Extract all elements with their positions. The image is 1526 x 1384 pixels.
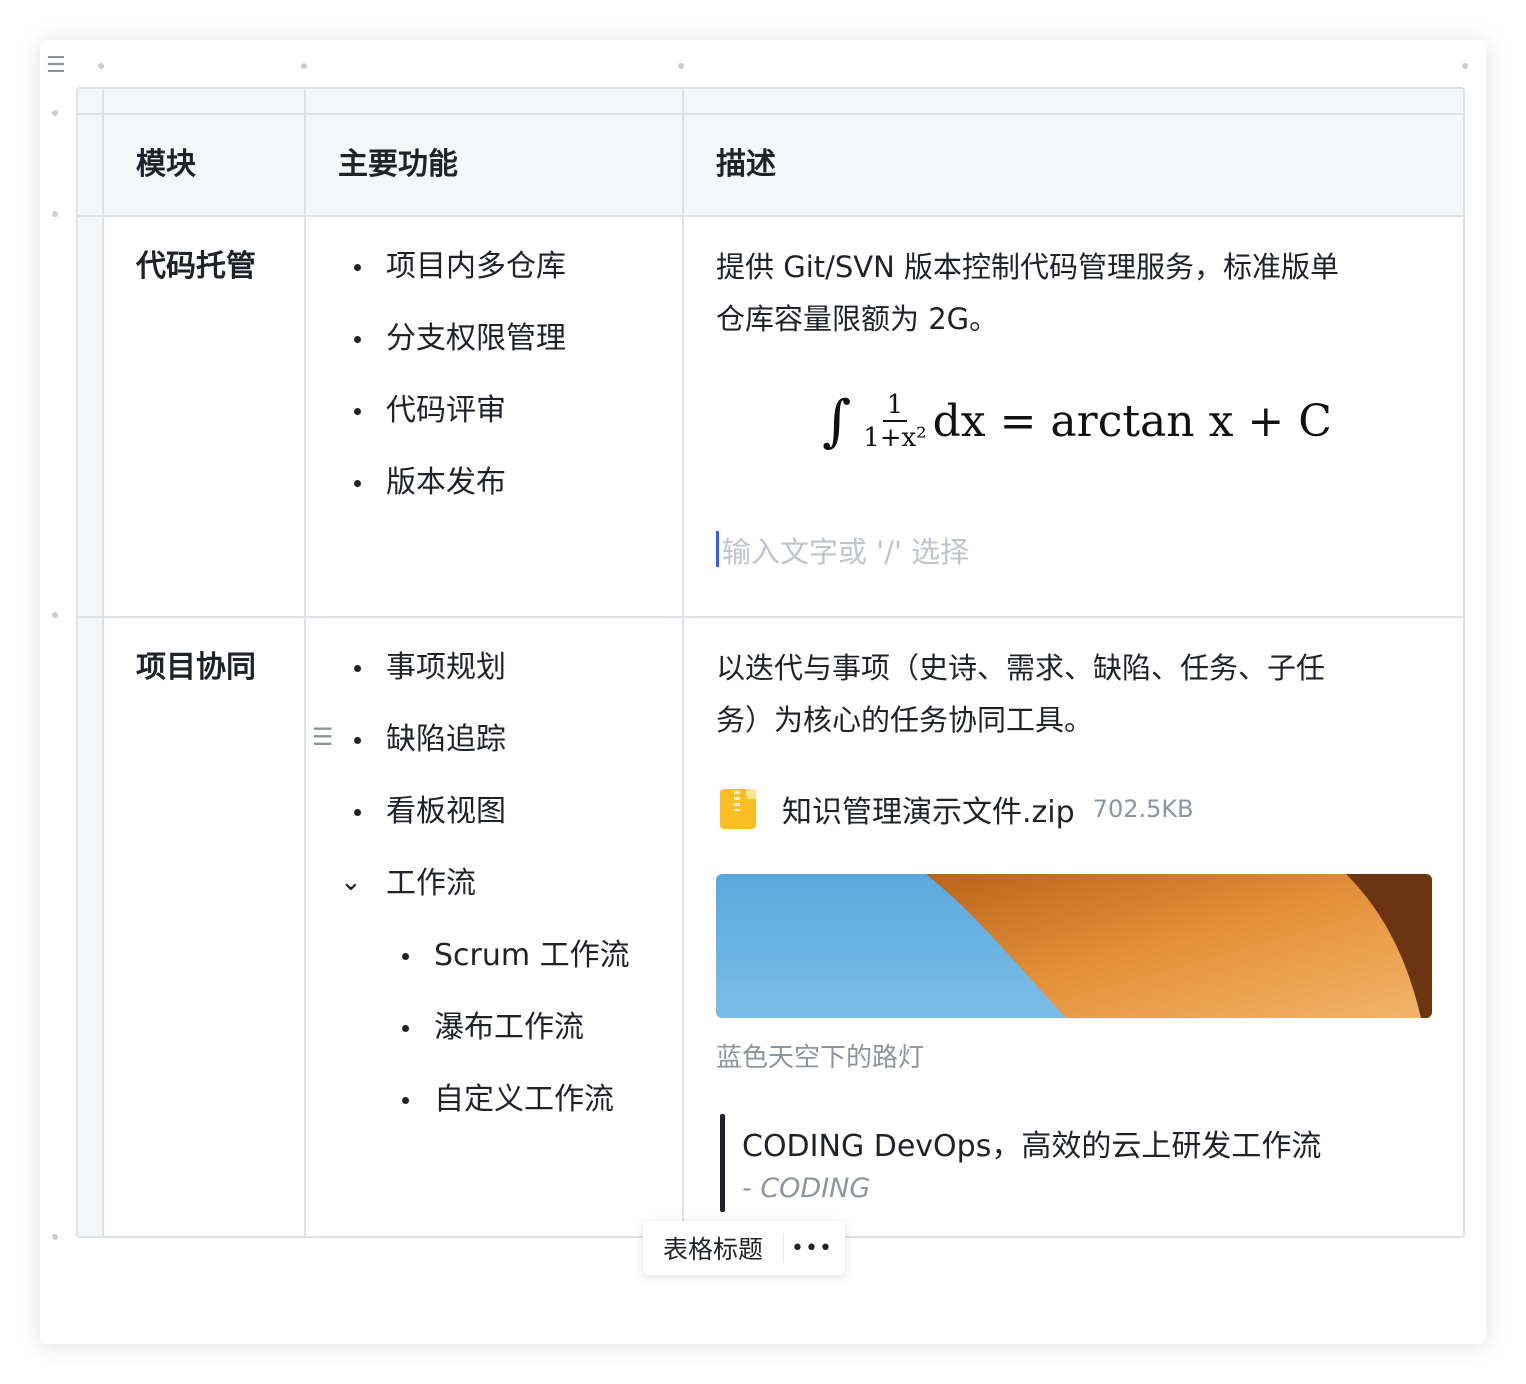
- data-table: 模块 主要功能 描述 代码托管 项目内多仓库 分支权限管理 代码评审 版本发布 …: [76, 87, 1465, 1238]
- list-item[interactable]: 缺陷追踪: [354, 722, 506, 758]
- module-cell[interactable]: 代码托管: [136, 249, 256, 285]
- module-cell[interactable]: 项目协同: [136, 650, 256, 686]
- column-selector-strip[interactable]: [78, 89, 1463, 114]
- embedded-image[interactable]: [716, 874, 1432, 1018]
- input-placeholder[interactable]: 输入文字或 '/' 选择: [722, 529, 969, 571]
- header-description[interactable]: 描述: [716, 147, 776, 183]
- column-handle[interactable]: [98, 63, 104, 69]
- list-item[interactable]: 分支权限管理: [354, 321, 566, 357]
- row-handle[interactable]: [52, 612, 58, 618]
- list-item[interactable]: 事项规划: [354, 650, 506, 686]
- row-handle[interactable]: [52, 1234, 58, 1240]
- file-name[interactable]: 知识管理演示文件.zip: [782, 787, 1075, 831]
- header-module[interactable]: 模块: [136, 147, 196, 183]
- header-features[interactable]: 主要功能: [338, 147, 458, 183]
- list-item[interactable]: 版本发布: [354, 465, 506, 501]
- column-handle[interactable]: [1462, 63, 1468, 69]
- column-handle[interactable]: [301, 63, 307, 69]
- description-text[interactable]: 以迭代与事项（史诗、需求、缺陷、任务、子任 务）为核心的任务协同工具。: [716, 642, 1456, 746]
- blockquote-text[interactable]: CODING DevOps，高效的云上研发工作流: [742, 1121, 1321, 1165]
- image-caption[interactable]: 蓝色天空下的路灯: [716, 1037, 924, 1074]
- more-options-icon[interactable]: •••: [784, 1236, 840, 1261]
- table-header-row: [103, 114, 1463, 216]
- list-item-collapsible[interactable]: 工作流: [386, 866, 476, 902]
- list-item[interactable]: 代码评审: [354, 393, 506, 429]
- table-drag-handle-icon[interactable]: ☰: [46, 55, 66, 77]
- table-caption-toolbar: 表格标题 •••: [643, 1221, 845, 1275]
- blockquote-author[interactable]: - CODING: [742, 1173, 870, 1204]
- row-selector-strip[interactable]: [78, 89, 103, 1236]
- row-handle[interactable]: [52, 110, 58, 116]
- description-text[interactable]: 提供 Git/SVN 版本控制代码管理服务，标准版单 仓库容量限额为 2G。: [716, 241, 1456, 345]
- row-handle[interactable]: [52, 211, 58, 217]
- list-item[interactable]: 项目内多仓库: [354, 249, 566, 285]
- chevron-down-icon[interactable]: ⌄: [340, 867, 362, 897]
- zip-file-icon: [720, 789, 756, 829]
- file-size: 702.5KB: [1092, 795, 1194, 823]
- blockquote-bar: [720, 1114, 725, 1212]
- list-item[interactable]: 看板视图: [354, 794, 506, 830]
- sub-list-item[interactable]: 自定义工作流: [402, 1082, 614, 1118]
- column-handle[interactable]: [678, 63, 684, 69]
- sub-list-item[interactable]: 瀑布工作流: [402, 1010, 584, 1046]
- math-formula[interactable]: ∫ 1 1+x² dx = arctan x + C: [822, 389, 1332, 454]
- file-attachment[interactable]: 知识管理演示文件.zip 702.5KB: [720, 787, 1194, 831]
- sub-list-item[interactable]: Scrum 工作流: [402, 938, 630, 974]
- text-caret: [716, 531, 719, 567]
- table-title-button[interactable]: 表格标题: [643, 1221, 783, 1275]
- editor-card: ☰ 模块 主要功能 描述 代码托管 项目内多仓库 分支权限管理 代码评审 版本发…: [40, 40, 1486, 1344]
- drag-handle-icon[interactable]: ☰: [312, 723, 334, 751]
